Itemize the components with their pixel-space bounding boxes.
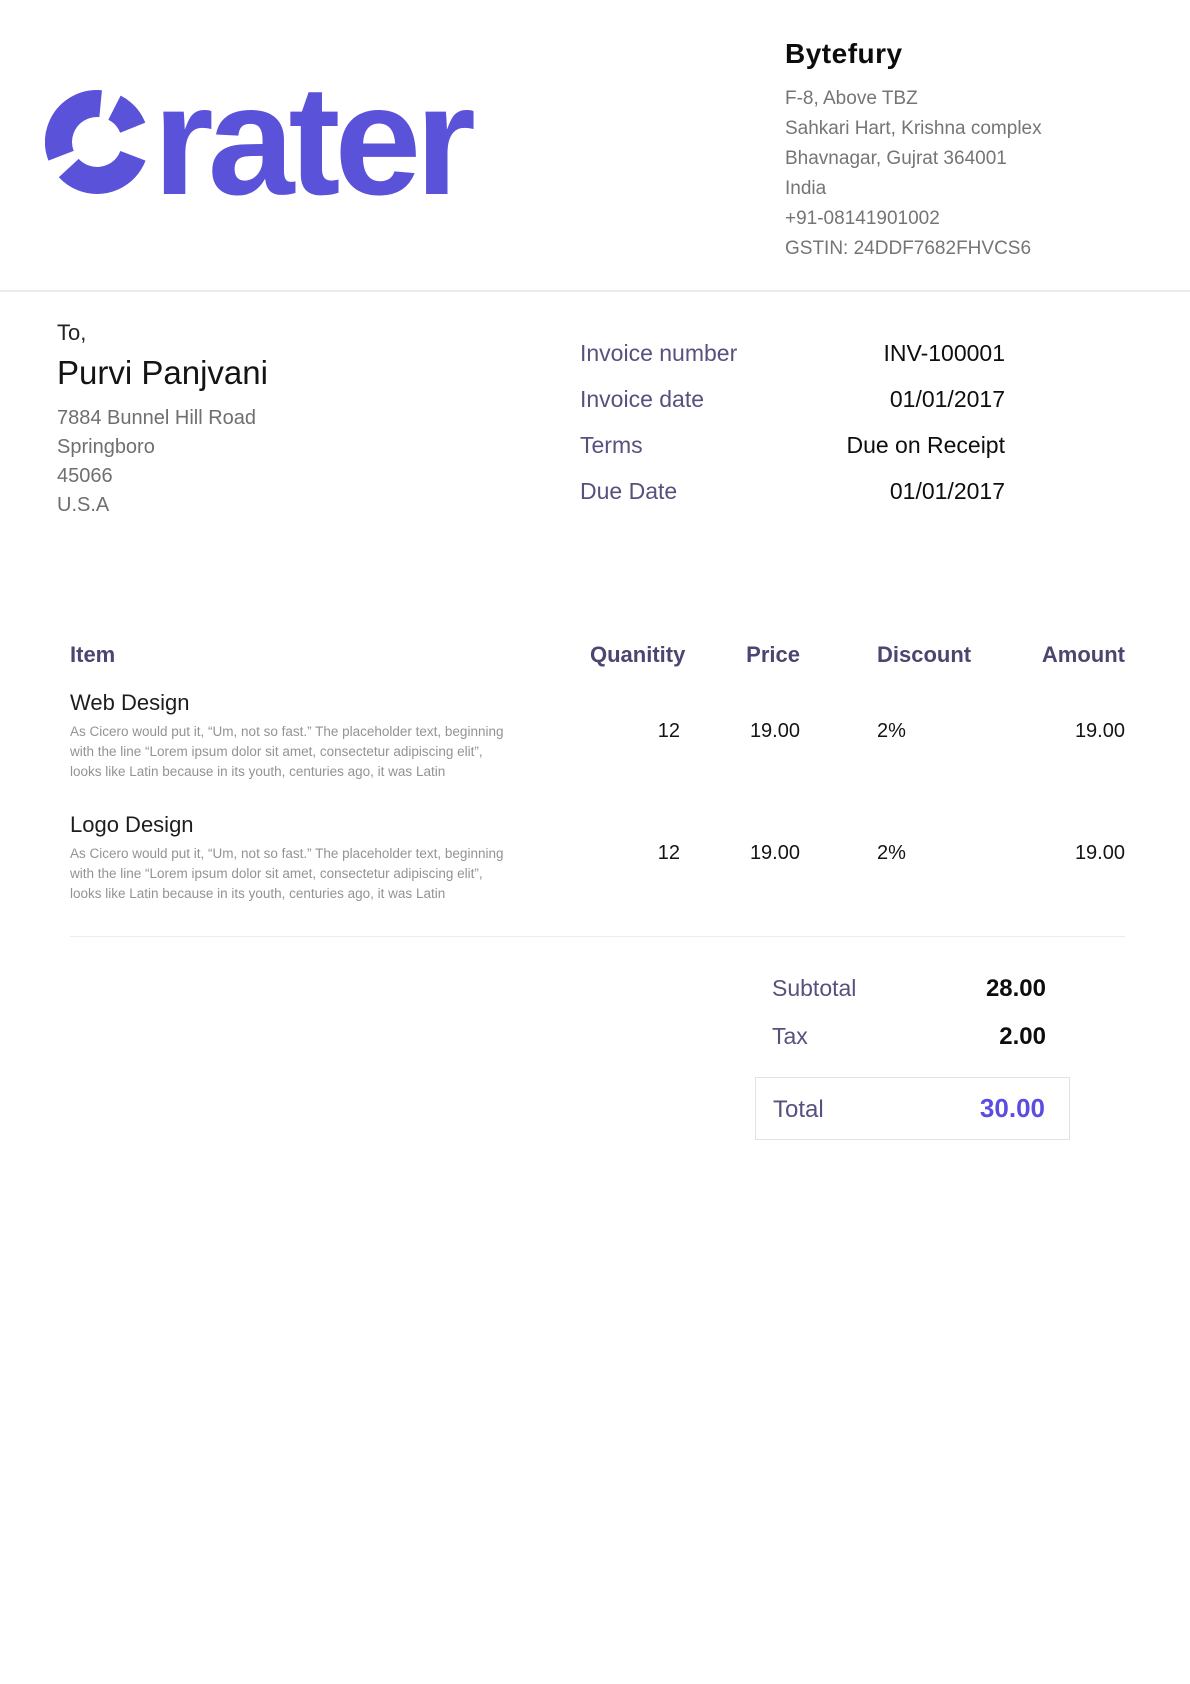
company-address-line: Sahkari Hart, Krishna complex [785, 114, 1125, 144]
company-info: Bytefury F-8, Above TBZ Sahkari Hart, Kr… [785, 38, 1125, 264]
due-date-label: Due Date [580, 478, 677, 505]
subtotal-label: Subtotal [772, 975, 856, 1002]
item-discount: 2% [800, 812, 975, 904]
item-price: 19.00 [680, 812, 800, 904]
customer-address-line: U.S.A [57, 491, 268, 520]
item-quantity: 12 [590, 690, 680, 782]
customer-address-line: 45066 [57, 462, 268, 491]
invoice-page: rater Bytefury F-8, Above TBZ Sahkari Ha… [0, 0, 1190, 1684]
company-address-line: Bhavnagar, Gujrat 364001 [785, 144, 1125, 174]
item-quantity: 12 [590, 812, 680, 904]
crater-c-icon [45, 90, 149, 194]
invoice-header: rater Bytefury F-8, Above TBZ Sahkari Ha… [0, 0, 1190, 292]
table-row: Logo Design As Cicero would put it, “Um,… [70, 812, 1125, 904]
company-address-line: India [785, 174, 1125, 204]
customer-address-line: Springboro [57, 433, 268, 462]
crater-wordmark: rater [153, 88, 470, 194]
company-name: Bytefury [785, 38, 1125, 70]
crater-logo: rater [45, 72, 470, 194]
item-amount: 19.00 [975, 690, 1125, 782]
header-quantity: Quanitity [590, 642, 680, 668]
total-value: 30.00 [980, 1093, 1045, 1124]
item-cell: Web Design As Cicero would put it, “Um, … [70, 690, 590, 782]
total-box: Total 30.00 [755, 1077, 1070, 1140]
item-description: As Cicero would put it, “Um, not so fast… [70, 844, 508, 904]
invoice-date-label: Invoice date [580, 386, 704, 413]
item-cell: Logo Design As Cicero would put it, “Um,… [70, 812, 590, 904]
header-price: Price [680, 642, 800, 668]
items-divider [70, 936, 1125, 937]
item-name: Web Design [70, 690, 590, 716]
company-phone: +91-08141901002 [785, 204, 1125, 234]
subtotal-value: 28.00 [986, 975, 1046, 1003]
bill-to-block: To, Purvi Panjvani 7884 Bunnel Hill Road… [57, 320, 268, 524]
items-table: Item Quanitity Price Discount Amount Web… [0, 642, 1190, 937]
company-gstin: GSTIN: 24DDF7682FHVCS6 [785, 234, 1125, 264]
header-discount: Discount [800, 642, 975, 668]
terms-row: Terms Due on Receipt [580, 432, 1005, 459]
billing-section: To, Purvi Panjvani 7884 Bunnel Hill Road… [0, 292, 1190, 524]
header-item: Item [70, 642, 590, 668]
total-label: Total [773, 1096, 824, 1124]
invoice-number-label: Invoice number [580, 340, 737, 367]
item-amount: 19.00 [975, 812, 1125, 904]
invoice-date-row: Invoice date 01/01/2017 [580, 386, 1005, 413]
item-description: As Cicero would put it, “Um, not so fast… [70, 722, 508, 782]
subtotal-row: Subtotal 28.00 [755, 975, 1070, 1003]
terms-label: Terms [580, 432, 643, 459]
tax-value: 2.00 [999, 1023, 1046, 1051]
customer-name: Purvi Panjvani [57, 354, 268, 392]
header-amount: Amount [975, 642, 1125, 668]
table-row: Web Design As Cicero would put it, “Um, … [70, 690, 1125, 782]
invoice-meta: Invoice number INV-100001 Invoice date 0… [580, 340, 1005, 524]
company-address-line: F-8, Above TBZ [785, 84, 1125, 114]
item-price: 19.00 [680, 690, 800, 782]
item-discount: 2% [800, 690, 975, 782]
item-name: Logo Design [70, 812, 590, 838]
items-table-header: Item Quanitity Price Discount Amount [70, 642, 1125, 668]
bill-to-label: To, [57, 320, 268, 346]
totals-block: Subtotal 28.00 Tax 2.00 Total 30.00 [755, 975, 1070, 1140]
tax-label: Tax [772, 1023, 808, 1050]
invoice-date-value: 01/01/2017 [890, 386, 1005, 413]
customer-address-line: 7884 Bunnel Hill Road [57, 404, 268, 433]
invoice-number-value: INV-100001 [884, 340, 1005, 367]
invoice-number-row: Invoice number INV-100001 [580, 340, 1005, 367]
due-date-value: 01/01/2017 [890, 478, 1005, 505]
due-date-row: Due Date 01/01/2017 [580, 478, 1005, 505]
terms-value: Due on Receipt [846, 432, 1005, 459]
tax-row: Tax 2.00 [755, 1023, 1070, 1051]
